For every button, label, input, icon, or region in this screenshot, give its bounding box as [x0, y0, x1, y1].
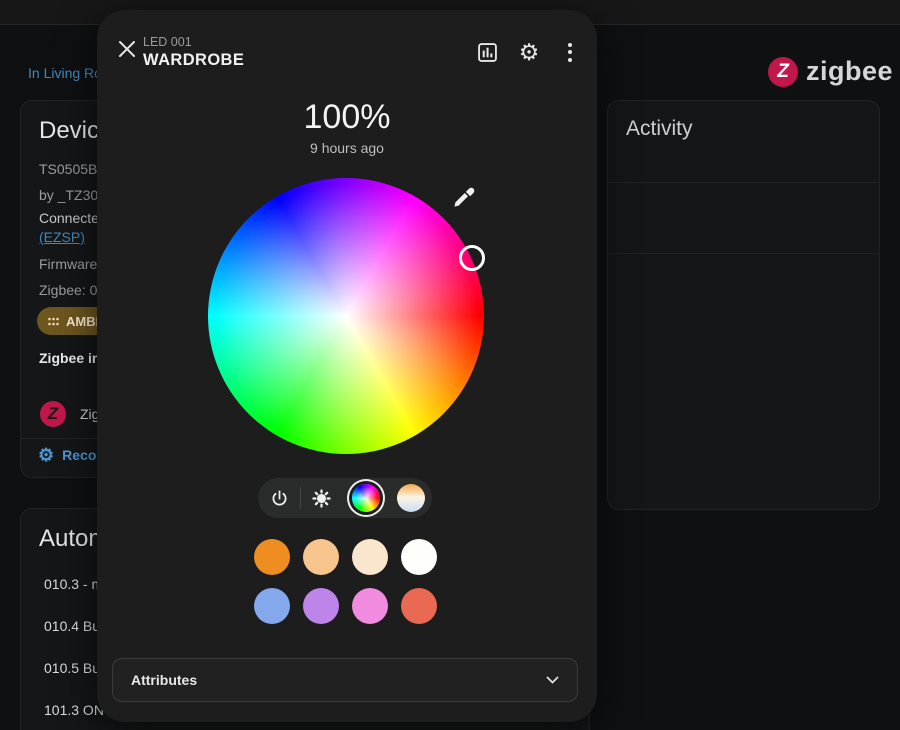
attributes-expander[interactable]: Attributes — [112, 658, 578, 702]
gear-icon: ⚙ — [519, 41, 540, 64]
brightness-tab[interactable] — [301, 478, 343, 518]
color-preset-swatch[interactable] — [303, 588, 339, 624]
zigbee-brand-logo: Z zigbee — [768, 56, 893, 87]
eyedropper-icon[interactable] — [450, 185, 476, 211]
color-wheel[interactable] — [208, 178, 484, 454]
more-menu-button[interactable] — [552, 34, 588, 70]
reconfigure-gear-icon: ⚙ — [38, 446, 54, 464]
color-preset-swatch[interactable] — [401, 539, 437, 575]
automation-item[interactable]: 010.3 - m — [44, 576, 103, 592]
close-button[interactable] — [109, 31, 145, 67]
chevron-down-icon — [546, 676, 559, 684]
color-wheel-tab[interactable] — [352, 484, 380, 512]
color-preset-swatch[interactable] — [254, 539, 290, 575]
entity-title: WARDROBE — [143, 51, 244, 70]
close-icon — [118, 40, 136, 58]
automation-item[interactable]: 010.4 But — [44, 618, 104, 634]
device-manufacturer: by _TZ300 — [39, 187, 106, 203]
activity-card-title: Activity — [626, 117, 693, 141]
dialog-header: LED 001 WARDROBE ⚙ — [97, 10, 597, 74]
settings-button[interactable]: ⚙ — [511, 34, 547, 70]
device-subtitle: LED 001 — [143, 35, 244, 49]
color-preset-swatch[interactable] — [303, 539, 339, 575]
color-preset-swatch[interactable] — [352, 588, 388, 624]
color-preset-swatch[interactable] — [352, 539, 388, 575]
brightness-value: 100% — [97, 98, 597, 137]
activity-divider — [608, 253, 879, 254]
attributes-label: Attributes — [131, 672, 197, 688]
device-connected-link[interactable]: (EZSP) — [39, 229, 85, 245]
activity-divider — [608, 182, 879, 183]
device-firmware-label: Firmware: — [39, 256, 101, 272]
zigbee-info-heading: Zigbee inf — [39, 350, 105, 366]
activity-card: Activity — [607, 100, 880, 510]
power-icon — [269, 488, 290, 509]
history-chart-icon — [476, 41, 499, 64]
badge-dots-icon — [47, 315, 60, 328]
zigbee-logo-icon: Z — [40, 401, 66, 427]
zigbee-brand-name: zigbee — [806, 56, 893, 87]
automation-item[interactable]: 101.3 ON — [44, 702, 104, 718]
color-preset-swatch[interactable] — [254, 588, 290, 624]
history-button[interactable] — [469, 34, 505, 70]
color-wheel-cursor[interactable] — [459, 245, 485, 271]
color-temperature-tab[interactable] — [397, 484, 425, 512]
breadcrumb[interactable]: In Living Ro — [28, 65, 102, 81]
reconfigure-button[interactable]: ⚙ Recon — [38, 446, 105, 464]
automation-item[interactable]: 010.5 But — [44, 660, 104, 676]
device-model: TS0505B — [39, 161, 97, 177]
brightness-sun-icon — [311, 488, 332, 509]
device-zigbee-id: Zigbee: 00 — [39, 282, 105, 298]
light-mode-tabs — [258, 478, 432, 518]
light-more-info-dialog: LED 001 WARDROBE ⚙ 100% 9 hours ago — [97, 10, 597, 722]
integration-row[interactable]: Z Zig — [40, 401, 99, 427]
zigbee-logo-icon: Z — [768, 57, 798, 87]
three-dot-menu-icon — [568, 43, 572, 62]
last-changed: 9 hours ago — [97, 140, 597, 156]
color-preset-swatch[interactable] — [401, 588, 437, 624]
power-toggle-button[interactable] — [258, 478, 300, 518]
